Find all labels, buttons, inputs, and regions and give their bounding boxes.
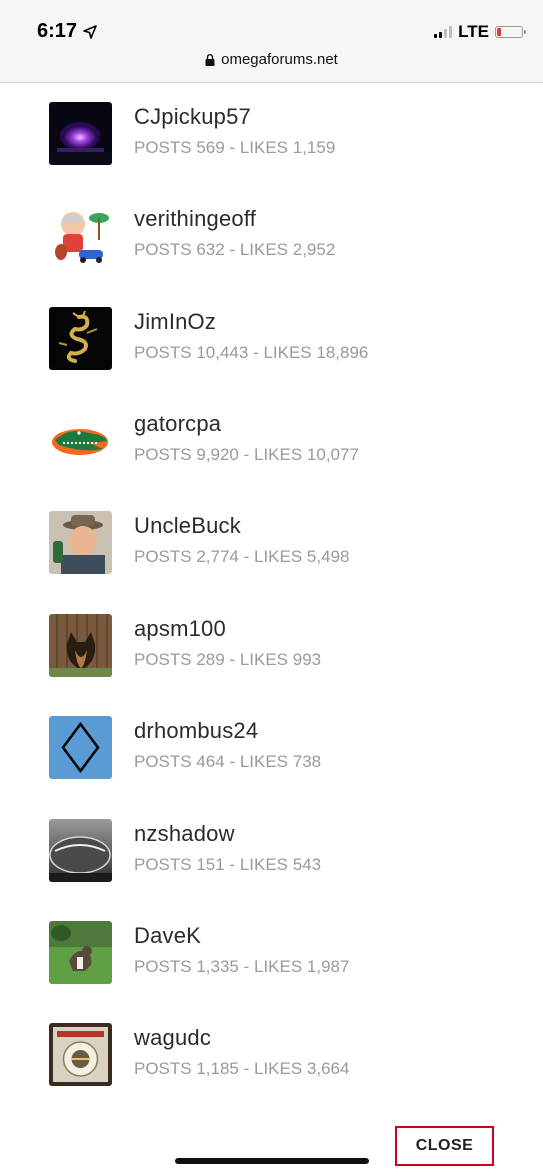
time-label: 6:17	[37, 20, 78, 42]
cartoon-caricature-avatar[interactable]	[49, 204, 112, 267]
username[interactable]: gatorcpa	[134, 411, 221, 437]
watch-crystal-avatar[interactable]	[49, 819, 112, 882]
network-label: LTE	[458, 22, 489, 41]
signal-icon	[434, 26, 453, 38]
member-stats: POSTS 1,185 - LIKES 3,664	[134, 1059, 350, 1078]
vintage-plate-icon	[49, 1023, 112, 1086]
dog-grass-avatar[interactable]	[49, 921, 112, 984]
username[interactable]: verithingeoff	[134, 206, 256, 232]
location-arrow-icon	[83, 24, 97, 39]
username[interactable]: apsm100	[134, 616, 226, 642]
gold-dragon-avatar[interactable]	[49, 307, 112, 370]
purple-dome-avatar[interactable]	[49, 102, 112, 165]
member-stats: POSTS 464 - LIKES 738	[134, 752, 322, 771]
member-row[interactable]: CJpickup57 POSTS 569 - LIKES 1,159	[0, 102, 543, 204]
member-row[interactable]: UncleBuck POSTS 2,774 - LIKES 5,498	[0, 511, 543, 613]
member-stats: POSTS 9,920 - LIKES 10,077	[134, 445, 359, 464]
url-text: omegaforums.net	[221, 51, 338, 68]
caricature-icon	[49, 204, 112, 267]
member-row[interactable]: apsm100 POSTS 289 - LIKES 993	[0, 614, 543, 716]
member-stats: POSTS 1,335 - LIKES 1,987	[134, 957, 350, 976]
username[interactable]: CJpickup57	[134, 104, 251, 130]
member-stats: POSTS 2,774 - LIKES 5,498	[134, 547, 350, 566]
man-with-hat-avatar[interactable]	[49, 511, 112, 574]
status-indicators: LTE	[434, 22, 526, 42]
rhombus-icon	[49, 716, 112, 779]
rhombus-avatar[interactable]	[49, 716, 112, 779]
dragon-icon	[49, 307, 112, 370]
username[interactable]: DaveK	[134, 923, 201, 949]
gator-logo-icon	[49, 409, 112, 472]
username[interactable]: nzshadow	[134, 821, 235, 847]
username[interactable]: wagudc	[134, 1025, 211, 1051]
battery-low-icon	[495, 26, 526, 38]
member-row[interactable]: DaveK POSTS 1,335 - LIKES 1,987	[0, 921, 543, 1023]
member-row[interactable]: JimInOz POSTS 10,443 - LIKES 18,896	[0, 307, 543, 409]
member-stats: POSTS 632 - LIKES 2,952	[134, 240, 336, 259]
lock-icon	[205, 53, 215, 66]
member-stats: POSTS 10,443 - LIKES 18,896	[134, 343, 369, 362]
member-row[interactable]: drhombus24 POSTS 464 - LIKES 738	[0, 716, 543, 818]
close-button[interactable]: CLOSE	[395, 1126, 494, 1166]
username[interactable]: UncleBuck	[134, 513, 241, 539]
man-hat-icon	[49, 511, 112, 574]
dog-grass-icon	[49, 921, 112, 984]
member-stats: POSTS 151 - LIKES 543	[134, 855, 322, 874]
address-bar[interactable]: omegaforums.net	[0, 51, 543, 68]
member-stats: POSTS 569 - LIKES 1,159	[134, 138, 336, 157]
member-row[interactable]: gatorcpa POSTS 9,920 - LIKES 10,077	[0, 409, 543, 511]
home-indicator[interactable]	[175, 1158, 369, 1164]
username[interactable]: drhombus24	[134, 718, 258, 744]
dog-fence-icon	[49, 614, 112, 677]
watch-crystal-icon	[49, 819, 112, 882]
member-row[interactable]: nzshadow POSTS 151 - LIKES 543	[0, 819, 543, 921]
vintage-plate-avatar[interactable]	[49, 1023, 112, 1086]
purple-dome-icon	[49, 102, 112, 165]
dog-fence-avatar[interactable]	[49, 614, 112, 677]
member-row[interactable]: wagudc POSTS 1,185 - LIKES 3,664	[0, 1023, 543, 1125]
username[interactable]: JimInOz	[134, 309, 216, 335]
clock: 6:17	[37, 20, 97, 43]
member-row[interactable]: verithingeoff POSTS 632 - LIKES 2,952	[0, 204, 543, 306]
status-bar: 6:17 LTE omegaforums.net	[0, 0, 543, 83]
member-stats: POSTS 289 - LIKES 993	[134, 650, 322, 669]
gator-logo-avatar[interactable]	[49, 409, 112, 472]
page: 6:17 LTE omegaforums.net CJpickup57 POST…	[0, 0, 543, 1176]
